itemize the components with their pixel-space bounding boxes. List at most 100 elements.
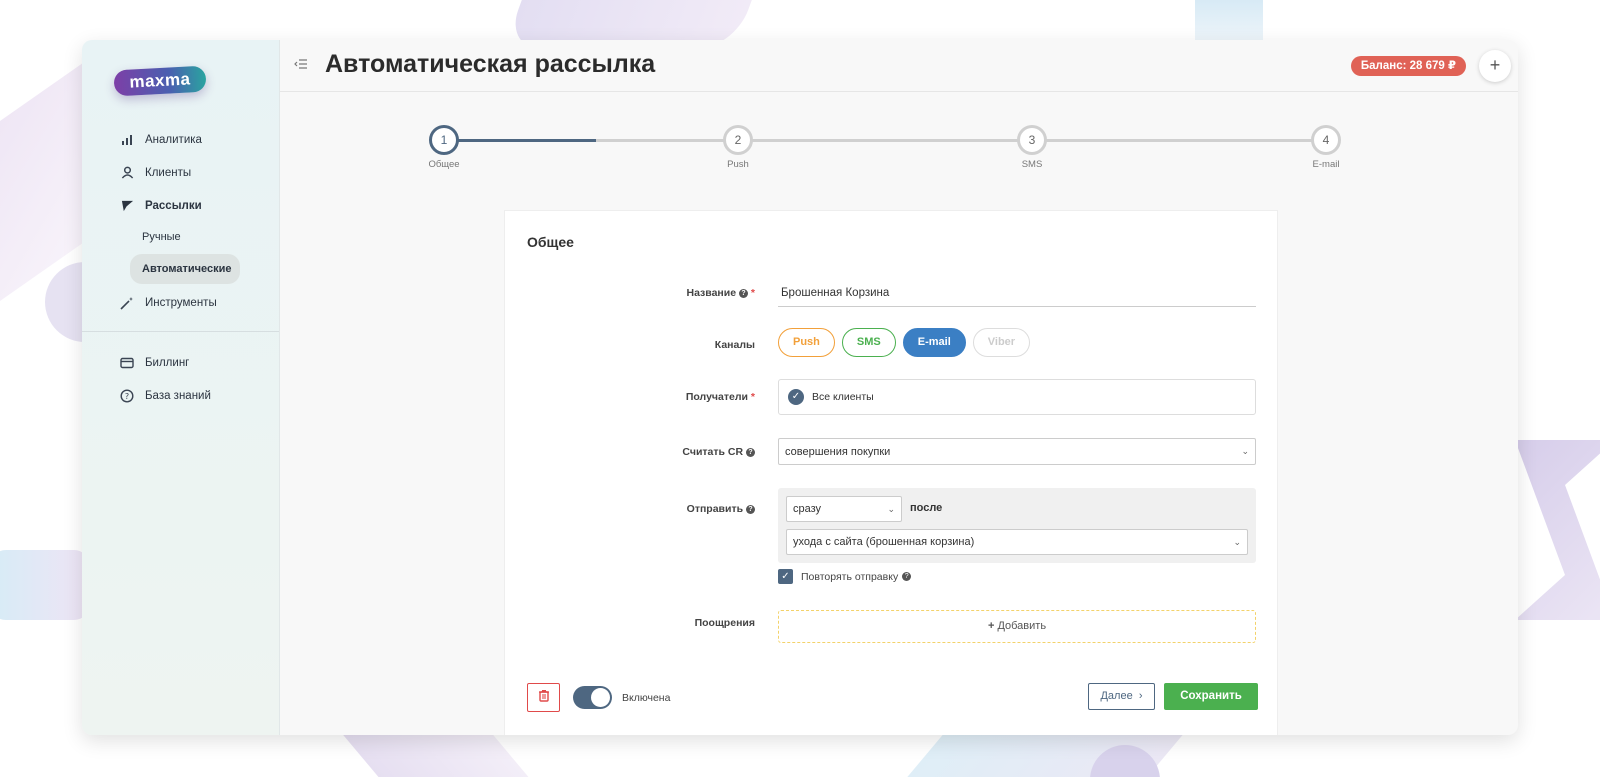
- step-label: E-mail: [1312, 159, 1340, 170]
- recipients-field[interactable]: ✓ Все клиенты: [778, 379, 1256, 415]
- card-icon: [119, 355, 135, 371]
- step-sms[interactable]: 3 SMS: [1002, 125, 1062, 170]
- channel-viber-chip[interactable]: Viber: [972, 328, 1031, 357]
- recipients-value: Все клиенты: [812, 391, 874, 403]
- count-cr-select[interactable]: совершения покупки ⌄: [778, 438, 1256, 465]
- sidebar-item-label: Клиенты: [145, 166, 192, 179]
- channel-chips: Push SMS E-mail Viber: [778, 328, 1031, 357]
- check-circle-icon: ✓: [788, 389, 804, 405]
- form-footer: Включена Далее › Сохранить: [527, 683, 1267, 713]
- section-title: Общее: [527, 234, 574, 250]
- sidebar-item-analytics[interactable]: Аналитика: [82, 123, 279, 156]
- recipients-label: Получатели *: [525, 391, 755, 403]
- sidebar-item-label: База знаний: [145, 389, 211, 402]
- chevron-down-icon: ⌄: [887, 503, 895, 514]
- sidebar-item-label: Инструменты: [145, 296, 217, 309]
- name-label-text: Название: [686, 287, 737, 299]
- step-number: 3: [1017, 125, 1047, 155]
- repeat-checkbox[interactable]: ✓: [778, 569, 793, 584]
- bg-decoration: [1195, 0, 1263, 42]
- sidebar-item-billing[interactable]: Биллинг: [82, 346, 279, 379]
- sidebar-item-mailings[interactable]: Рассылки: [82, 189, 279, 222]
- user-icon: [119, 165, 135, 181]
- sidebar-item-label: Биллинг: [145, 356, 190, 369]
- bg-decoration: [339, 730, 531, 777]
- send-label-text: Отправить: [686, 503, 744, 515]
- sidebar-subitem-automatic[interactable]: Автоматические: [130, 254, 240, 284]
- enabled-toggle[interactable]: [573, 686, 612, 709]
- name-input[interactable]: Брошенная Корзина: [778, 281, 1256, 307]
- toggle-knob: [591, 688, 610, 707]
- page-title: Автоматическая рассылка: [325, 50, 656, 78]
- sidebar-item-label: Аналитика: [145, 133, 202, 146]
- stepper-track: [596, 139, 1326, 142]
- sidebar-subitem-label: Автоматические: [142, 263, 232, 275]
- send-event-select[interactable]: ухода с сайта (брошенная корзина) ⌄: [786, 529, 1248, 555]
- help-icon[interactable]: ?: [746, 505, 755, 514]
- balance-badge[interactable]: Баланс: 28 679 ₽: [1350, 56, 1466, 76]
- sidebar-nav: Аналитика Клиенты Рассылки Ручные Автома…: [82, 123, 279, 412]
- help-icon[interactable]: ?: [746, 448, 755, 457]
- chevron-down-icon: ⌄: [1241, 446, 1249, 456]
- rewards-label: Поощрения: [694, 617, 755, 629]
- add-button[interactable]: +: [1479, 50, 1511, 82]
- step-general[interactable]: 1 Общее: [414, 125, 474, 170]
- channel-push-chip[interactable]: Push: [778, 328, 835, 357]
- sidebar-item-tools[interactable]: Инструменты: [82, 286, 279, 319]
- sidebar-item-label: Рассылки: [145, 199, 202, 212]
- send-when-select[interactable]: сразу ⌄: [786, 496, 902, 522]
- step-number: 4: [1311, 125, 1341, 155]
- toggle-label: Включена: [622, 692, 671, 704]
- bg-decoration: [0, 550, 90, 620]
- step-label: SMS: [1021, 159, 1043, 170]
- help-circle-icon: ?: [119, 388, 135, 404]
- channel-email-chip[interactable]: E-mail: [902, 328, 966, 357]
- repeat-label: Повторять отправку: [801, 570, 899, 583]
- magic-wand-icon: [119, 295, 135, 311]
- step-label: Общее: [428, 159, 460, 170]
- add-reward-label: Добавить: [997, 620, 1047, 632]
- sidebar-divider: [82, 331, 279, 332]
- next-button[interactable]: Далее ›: [1088, 683, 1155, 710]
- send-label: Отправить ?: [525, 503, 755, 515]
- step-push[interactable]: 2 Push: [708, 125, 768, 170]
- step-number: 2: [723, 125, 753, 155]
- app-window: maxma Аналитика Клиенты Рассылки Ручные …: [82, 40, 1518, 735]
- sidebar-subitem-label: Ручные: [142, 231, 181, 243]
- step-email[interactable]: 4 E-mail: [1296, 125, 1356, 170]
- send-when-value: сразу: [793, 503, 822, 515]
- send-settings: сразу ⌄ после ухода с сайта (брошенная к…: [778, 488, 1256, 563]
- required-mark: *: [750, 287, 755, 299]
- count-cr-label: Считать CR ?: [525, 446, 755, 458]
- add-reward-button[interactable]: + Добавить: [778, 610, 1256, 643]
- sidebar-item-clients[interactable]: Клиенты: [82, 156, 279, 189]
- name-label: Название ? *: [525, 287, 756, 299]
- trash-icon: [538, 689, 550, 707]
- bg-decoration: [1515, 440, 1600, 620]
- repeat-checkbox-row[interactable]: ✓ Повторять отправку ?: [778, 569, 912, 584]
- collapse-sidebar-icon[interactable]: [294, 57, 308, 72]
- main-content: Автоматическая рассылка Баланс: 28 679 ₽…: [280, 40, 1518, 735]
- count-cr-value: совершения покупки: [785, 445, 891, 458]
- help-icon[interactable]: ?: [902, 572, 912, 581]
- help-icon[interactable]: ?: [738, 289, 748, 298]
- count-cr-label-text: Считать CR: [682, 446, 744, 458]
- after-label: после: [910, 502, 943, 514]
- sidebar: maxma Аналитика Клиенты Рассылки Ручные …: [82, 40, 280, 735]
- svg-text:?: ?: [125, 392, 129, 401]
- send-icon: [119, 198, 135, 214]
- send-event-value: ухода с сайта (брошенная корзина): [793, 536, 975, 548]
- delete-button[interactable]: [527, 683, 560, 712]
- channels-label: Каналы: [714, 339, 755, 351]
- next-label: Далее: [1100, 690, 1133, 702]
- chevron-right-icon: ›: [1135, 690, 1143, 702]
- sidebar-item-knowledge-base[interactable]: ? База знаний: [82, 379, 279, 412]
- channel-sms-chip[interactable]: SMS: [841, 328, 896, 357]
- form-card: Общее Название ? * Брошенная Корзина Кан…: [504, 210, 1278, 735]
- stepper: 1 Общее 2 Push 3 SMS 4 E-mail: [428, 125, 1341, 175]
- logo[interactable]: maxma: [113, 65, 207, 97]
- step-number: 1: [429, 125, 459, 155]
- save-button[interactable]: Сохранить: [1164, 683, 1258, 710]
- page-header: Автоматическая рассылка Баланс: 28 679 ₽…: [280, 40, 1518, 92]
- sidebar-subitem-manual[interactable]: Ручные: [130, 222, 240, 252]
